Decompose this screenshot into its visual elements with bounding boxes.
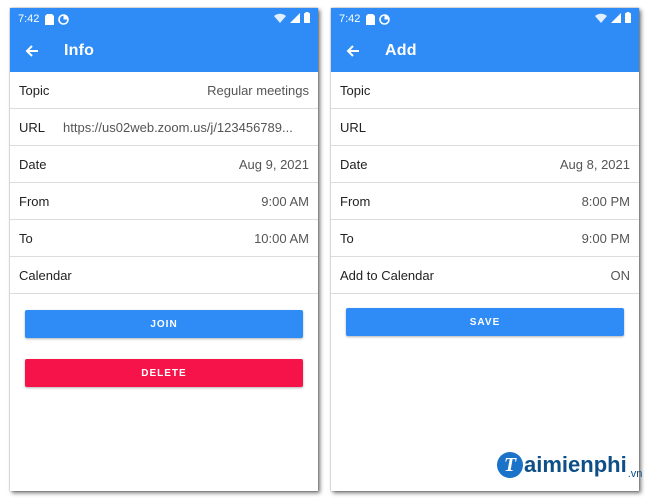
- topic-row[interactable]: Topic Regular meetings: [10, 72, 318, 109]
- logo-suffix: .vn: [627, 468, 643, 480]
- to-value[interactable]: 9:00 PM: [582, 231, 630, 246]
- add-to-calendar-label: Add to Calendar: [340, 267, 434, 283]
- topic-label: Topic: [19, 82, 50, 98]
- page-title: Add: [385, 42, 417, 59]
- from-label: From: [19, 193, 50, 209]
- from-value[interactable]: 8:00 PM: [582, 194, 630, 209]
- back-arrow-icon: [346, 45, 359, 57]
- from-row[interactable]: From 9:00 AM: [10, 183, 318, 220]
- from-row[interactable]: From 8:00 PM: [331, 183, 639, 220]
- status-bar: 7:42: [331, 8, 639, 30]
- sim-card-icon: [366, 13, 376, 25]
- to-value: 10:00 AM: [254, 230, 309, 246]
- to-row[interactable]: To 9:00 PM: [331, 220, 639, 257]
- data-saver-icon: [58, 13, 70, 25]
- app-bar: Info: [10, 30, 318, 72]
- add-to-calendar-toggle[interactable]: ON: [611, 268, 631, 283]
- signal-icon: [290, 12, 300, 26]
- signal-icon: [611, 12, 621, 26]
- date-value: Aug 9, 2021: [238, 156, 309, 172]
- data-saver-icon: [379, 13, 391, 25]
- status-bar: 7:42: [10, 8, 318, 30]
- add-screen: 7:42 Add Topic URL Date Aug 8, 2021 From…: [331, 8, 639, 491]
- wifi-icon: [595, 13, 607, 26]
- battery-icon: [625, 12, 631, 26]
- battery-icon: [304, 12, 310, 26]
- logo-initial: T: [497, 452, 523, 478]
- date-row[interactable]: Date Aug 9, 2021: [10, 146, 318, 183]
- info-screen: 7:42 Info Topic Regular meetings URL htt…: [10, 8, 318, 491]
- watermark-logo: T aimienphi .vn: [497, 452, 643, 480]
- join-button[interactable]: JOIN: [25, 310, 303, 338]
- page-title: Info: [64, 42, 95, 59]
- back-button[interactable]: [22, 41, 42, 61]
- url-value[interactable]: https://us02web.zoom.us/j/123456789...: [63, 120, 293, 135]
- sim-card-icon: [45, 13, 55, 25]
- status-time: 7:42: [18, 13, 40, 25]
- back-arrow-icon: [25, 45, 38, 57]
- app-bar: Add: [331, 30, 639, 72]
- delete-button[interactable]: DELETE: [25, 359, 303, 387]
- topic-row[interactable]: Topic: [331, 72, 639, 109]
- date-value[interactable]: Aug 8, 2021: [560, 157, 630, 172]
- topic-label: Topic: [340, 82, 371, 98]
- wifi-icon: [274, 13, 286, 26]
- status-time: 7:42: [339, 13, 361, 25]
- url-row[interactable]: URL: [331, 109, 639, 146]
- topic-value: Regular meetings: [207, 82, 309, 98]
- url-label: URL: [340, 119, 367, 135]
- back-button[interactable]: [343, 41, 363, 61]
- to-row[interactable]: To 10:00 AM: [10, 220, 318, 257]
- to-label: To: [19, 230, 33, 246]
- add-to-calendar-row[interactable]: Add to Calendar ON: [331, 257, 639, 294]
- from-value: 9:00 AM: [261, 193, 309, 209]
- from-label: From: [340, 193, 371, 209]
- date-label: Date: [19, 156, 47, 172]
- to-label: To: [340, 230, 354, 246]
- date-label: Date: [340, 156, 368, 172]
- url-row[interactable]: URL https://us02web.zoom.us/j/123456789.…: [10, 109, 318, 146]
- calendar-row[interactable]: Calendar: [10, 257, 318, 294]
- calendar-label: Calendar: [19, 267, 72, 283]
- save-button[interactable]: SAVE: [346, 308, 624, 336]
- date-row[interactable]: Date Aug 8, 2021: [331, 146, 639, 183]
- url-label: URL: [19, 119, 46, 135]
- logo-text: aimienphi: [524, 452, 627, 477]
